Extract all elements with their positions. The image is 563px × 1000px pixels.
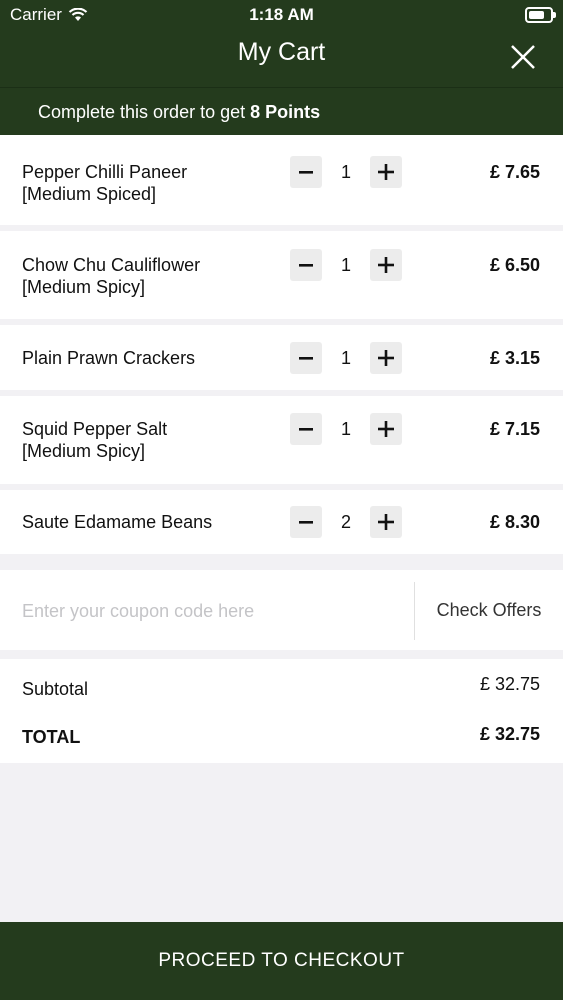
cart-item: Plain Prawn Crackers 1 £ 3.15 xyxy=(0,325,563,390)
points-value: 8 Points xyxy=(250,101,321,122)
quantity-value: 1 xyxy=(340,162,351,182)
item-name: Squid Pepper Salt [Medium Spicy] xyxy=(22,418,167,462)
item-name: Plain Prawn Crackers xyxy=(22,347,195,369)
quantity-value: 1 xyxy=(340,348,351,368)
subtotal-label: Subtotal xyxy=(22,679,89,699)
item-option: [Medium Spicy] xyxy=(22,441,146,461)
cart-item: Saute Edamame Beans 2 £ 8.30 xyxy=(0,490,563,554)
points-prefix: Complete this order to get xyxy=(38,101,251,122)
item-title: Saute Edamame Beans xyxy=(22,512,213,532)
minus-icon xyxy=(299,428,313,431)
decrease-quantity-button[interactable] xyxy=(290,249,322,281)
cart-item: Chow Chu Cauliflower [Medium Spicy] 1 £ … xyxy=(0,231,563,319)
quantity-value: 2 xyxy=(340,512,351,532)
quantity-value: 1 xyxy=(340,419,351,439)
total-label: TOTAL xyxy=(22,727,81,747)
points-message: Complete this order to get 8 Points xyxy=(38,102,320,123)
coupon-code-input[interactable] xyxy=(0,570,434,652)
item-name: Saute Edamame Beans xyxy=(22,511,212,533)
subtotal-value: £ 32.75 xyxy=(479,674,540,694)
item-name: Pepper Chilli Paneer [Medium Spiced] xyxy=(22,161,187,205)
decrease-quantity-button[interactable] xyxy=(290,156,322,188)
cart-item: Squid Pepper Salt [Medium Spicy] 1 £ 7.1… xyxy=(0,396,563,484)
points-banner: Complete this order to get 8 Points xyxy=(0,87,563,136)
minus-icon xyxy=(299,521,313,524)
plus-icon xyxy=(378,164,394,180)
plus-icon xyxy=(378,421,394,437)
item-price: £ 8.30 xyxy=(489,512,540,532)
close-button[interactable] xyxy=(508,42,538,72)
order-totals: Subtotal £ 32.75 TOTAL £ 32.75 xyxy=(0,659,563,763)
decrease-quantity-button[interactable] xyxy=(290,413,322,445)
decrease-quantity-button[interactable] xyxy=(290,506,322,538)
quantity-value: 1 xyxy=(340,255,351,275)
coupon-section: Check Offers xyxy=(0,570,563,652)
cart-item: Pepper Chilli Paneer [Medium Spiced] 1 £… xyxy=(0,135,563,225)
item-price: £ 7.65 xyxy=(489,162,540,182)
item-price: £ 6.50 xyxy=(489,255,540,275)
header-bar: Carrier 1:18 AM My Cart Complete this or… xyxy=(0,0,563,135)
item-option: [Medium Spicy] xyxy=(22,277,146,297)
item-price: £ 3.15 xyxy=(489,348,540,368)
check-offers-button[interactable]: Check Offers xyxy=(415,570,563,650)
minus-icon xyxy=(299,357,313,360)
status-time: 1:18 AM xyxy=(249,5,314,24)
item-title: Squid Pepper Salt xyxy=(22,419,168,439)
increase-quantity-button[interactable] xyxy=(370,413,402,445)
battery-icon xyxy=(525,7,556,23)
item-title: Plain Prawn Crackers xyxy=(22,348,196,368)
plus-icon xyxy=(378,257,394,273)
proceed-to-checkout-button[interactable]: PROCEED TO CHECKOUT xyxy=(0,922,563,1000)
item-option: [Medium Spiced] xyxy=(22,184,157,204)
increase-quantity-button[interactable] xyxy=(370,156,402,188)
total-value: £ 32.75 xyxy=(479,724,540,744)
minus-icon xyxy=(299,264,313,267)
increase-quantity-button[interactable] xyxy=(370,506,402,538)
status-bar: Carrier 1:18 AM xyxy=(0,0,563,30)
decrease-quantity-button[interactable] xyxy=(290,342,322,374)
battery-level xyxy=(529,11,544,19)
increase-quantity-button[interactable] xyxy=(370,342,402,374)
page-title: My Cart xyxy=(237,38,326,66)
item-title: Chow Chu Cauliflower xyxy=(22,255,201,275)
plus-icon xyxy=(378,514,394,530)
item-price: £ 7.15 xyxy=(489,419,540,439)
item-name: Chow Chu Cauliflower [Medium Spicy] xyxy=(22,254,200,298)
item-title: Pepper Chilli Paneer xyxy=(22,162,188,182)
increase-quantity-button[interactable] xyxy=(370,249,402,281)
close-icon xyxy=(511,45,535,69)
minus-icon xyxy=(299,171,313,174)
plus-icon xyxy=(378,350,394,366)
